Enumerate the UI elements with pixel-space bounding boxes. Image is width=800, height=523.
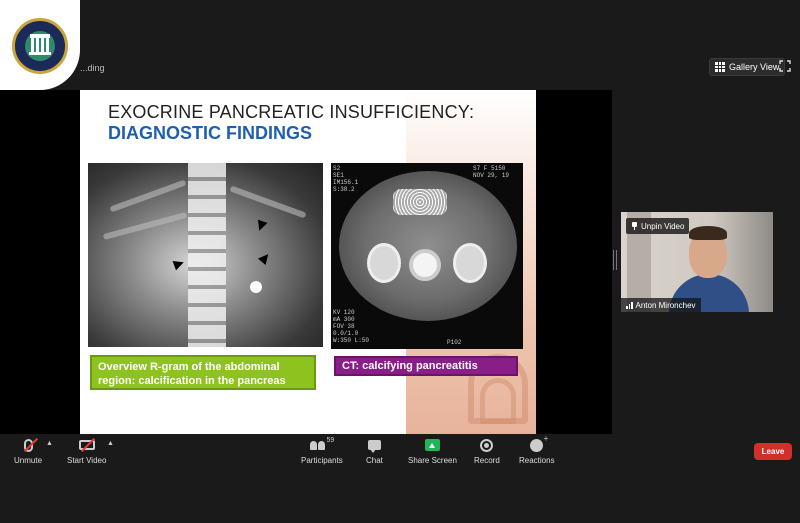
ct-scan-image: S2 SE1 IM156.1 S:38.2 S7 F 5150 NOV 29, … xyxy=(331,163,523,349)
share-screen-label: Share Screen xyxy=(408,456,457,465)
ct-label-bottom-left: KV 120 mA 300 FOV 38 0.0/1.0 W:350 L:50 xyxy=(333,309,370,344)
participant-video-tile[interactable]: Unpin Video Anton Mironchev xyxy=(621,212,773,312)
chat-button[interactable]: Chat xyxy=(366,437,383,465)
participant-name-tag: Anton Mironchev xyxy=(621,298,701,312)
audio-options-caret-icon[interactable]: ▲ xyxy=(46,440,53,447)
unmute-button[interactable]: Unmute xyxy=(14,437,42,465)
slide-subtitle: DIAGNOSTIC FINDINGS xyxy=(108,123,313,143)
ct-label-top-right: S7 F 5150 NOV 29, 19 xyxy=(473,165,510,179)
signal-strength-icon xyxy=(626,301,633,309)
reactions-label: Reactions xyxy=(519,456,555,465)
reactions-button[interactable]: Reactions xyxy=(519,434,555,466)
chat-icon xyxy=(367,440,381,453)
share-screen-icon xyxy=(424,439,440,451)
participants-label: Participants xyxy=(301,456,343,465)
arrow-icon xyxy=(257,250,273,266)
recording-label: ...ding xyxy=(80,63,105,73)
reactions-icon xyxy=(530,434,548,452)
video-options-caret-icon[interactable]: ▲ xyxy=(107,440,114,447)
unpin-video-button[interactable]: Unpin Video xyxy=(626,218,690,234)
ct-label-top-left: S2 SE1 IM156.1 S:38.2 xyxy=(333,165,359,193)
unmute-label: Unmute xyxy=(14,456,43,465)
unpin-video-label: Unpin Video xyxy=(641,221,685,231)
fullscreen-icon[interactable] xyxy=(779,60,791,72)
presentation-slide: EXOCRINE PANCREATIC INSUFFICIENCY: DIAGN… xyxy=(80,90,536,434)
grid-icon xyxy=(715,62,725,72)
gallery-view-button[interactable]: Gallery View xyxy=(709,58,786,76)
shared-screen: EXOCRINE PANCREATIC INSUFFICIENCY: DIAGN… xyxy=(0,90,612,434)
arrow-icon xyxy=(254,219,268,233)
participant-name: Anton Mironchev xyxy=(635,300,696,310)
university-seal-icon xyxy=(12,18,68,74)
ct-label-bottom-right: P102 xyxy=(447,339,462,346)
university-logo xyxy=(0,0,80,90)
meeting-toolbar: Unmute ▲ Start Video ▲ 59 Participants C… xyxy=(0,434,800,474)
participants-count: 59 xyxy=(326,437,335,444)
splitter-handle[interactable] xyxy=(613,250,617,270)
record-label: Record xyxy=(474,456,500,465)
ct-caption: CT: calcifying pancreatitis xyxy=(334,356,518,376)
participants-button[interactable]: 59 Participants xyxy=(301,437,343,465)
record-button[interactable]: Record xyxy=(474,437,500,465)
share-screen-button[interactable]: Share Screen xyxy=(408,437,457,465)
slide-title: EXOCRINE PANCREATIC INSUFFICIENCY: xyxy=(108,102,475,122)
pin-icon xyxy=(631,222,638,230)
record-icon xyxy=(480,438,494,452)
leave-button[interactable]: Leave xyxy=(754,443,792,460)
start-video-button[interactable]: Start Video xyxy=(67,437,106,465)
participants-icon xyxy=(309,440,325,450)
arrow-icon xyxy=(172,257,186,271)
start-video-label: Start Video xyxy=(67,456,107,465)
xray-image xyxy=(88,163,323,347)
gallery-view-label: Gallery View xyxy=(729,62,780,72)
zoom-meeting-window: ...ding Gallery View EXOCRINE PANCREATIC… xyxy=(0,0,800,523)
xray-caption: Overview R-gram of the abdominal region:… xyxy=(90,355,316,390)
chat-label: Chat xyxy=(366,456,383,465)
